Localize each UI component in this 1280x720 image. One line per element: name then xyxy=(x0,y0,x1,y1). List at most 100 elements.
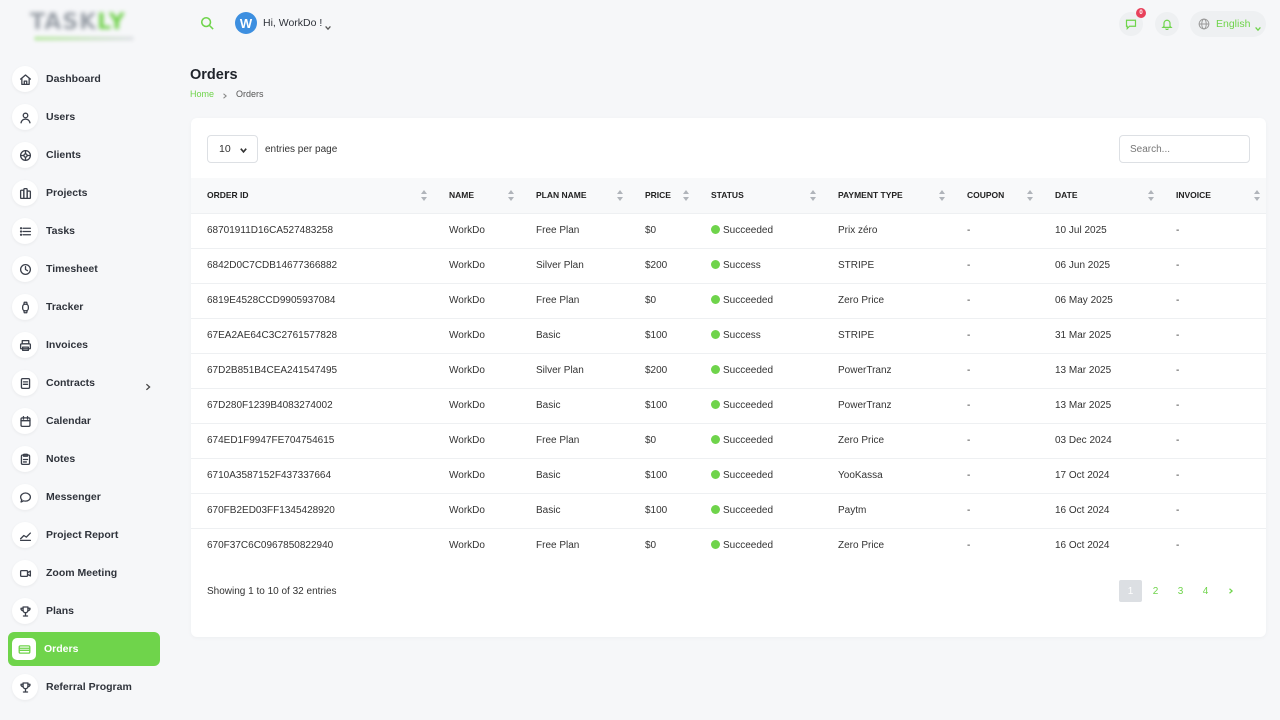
cell-price: $0 xyxy=(629,283,695,318)
cell-value: Succeeded xyxy=(723,295,774,306)
column-header-plan-name[interactable]: PLAN NAME xyxy=(520,178,629,213)
cell-payment-type: STRIPE xyxy=(822,248,951,283)
cell-value: - xyxy=(1176,330,1180,341)
cell-payment-type: Zero Price xyxy=(822,528,951,563)
cell-value: WorkDo xyxy=(449,435,485,446)
sidebar-item-timesheet[interactable]: Timesheet xyxy=(8,252,160,286)
column-header-payment-type[interactable]: PAYMENT TYPE xyxy=(822,178,951,213)
chat-icon xyxy=(12,484,38,510)
column-header-label: INVOICE xyxy=(1176,190,1211,201)
cell-value: Succeeded xyxy=(723,365,774,376)
cell-coupon: - xyxy=(951,423,1039,458)
sidebar-item-projects[interactable]: Projects xyxy=(8,176,160,210)
next-page-button[interactable] xyxy=(1219,580,1242,602)
cell-order-id: 6710A3587152F437337664 xyxy=(191,458,433,493)
table-row[interactable]: 67D280F1239B4083274002 WorkDo Basic $100 Suc… xyxy=(191,388,1266,423)
cell-value: - xyxy=(1176,225,1180,236)
card-icon xyxy=(12,638,36,660)
sidebar-item-orders[interactable]: Orders xyxy=(8,632,160,666)
logo[interactable]: TASKLY xyxy=(30,10,138,44)
column-header-order-id[interactable]: ORDER ID xyxy=(191,178,433,213)
notification-button[interactable] xyxy=(1155,12,1179,36)
table-row[interactable]: 6819E4528CCD9905937084 WorkDo Free Plan $0 S… xyxy=(191,283,1266,318)
chevron-right-icon xyxy=(1228,588,1233,594)
sort-icon xyxy=(617,190,623,201)
table-row[interactable]: 68701911D16CA527483258 WorkDo Free Plan $0 S… xyxy=(191,213,1266,248)
table-search-input[interactable] xyxy=(1119,135,1250,163)
cell-value: Silver Plan xyxy=(536,260,584,271)
language-selector[interactable]: English xyxy=(1190,11,1266,37)
sidebar-item-project-report[interactable]: Project Report xyxy=(8,518,160,552)
chevron-right-icon xyxy=(144,378,152,391)
page-button-2[interactable]: 2 xyxy=(1144,580,1167,602)
chat-button[interactable]: 0 xyxy=(1119,8,1146,36)
status-dot-icon xyxy=(711,225,720,234)
cell-plan-name: Basic xyxy=(520,493,629,528)
table-row[interactable]: 670F37C6C0967850822940 WorkDo Free Plan $0 S… xyxy=(191,528,1266,563)
column-header-name[interactable]: NAME xyxy=(433,178,520,213)
cell-value: - xyxy=(967,260,971,271)
cell-value: - xyxy=(1176,540,1180,552)
column-header-invoice[interactable]: INVOICE xyxy=(1160,178,1266,213)
cell-invoice: - xyxy=(1160,353,1266,388)
page-button-1[interactable]: 1 xyxy=(1119,580,1142,602)
sort-icon xyxy=(1027,190,1033,201)
cell-value: - xyxy=(967,470,971,481)
status-dot-icon xyxy=(711,400,720,409)
sidebar-item-referral-program[interactable]: Referral Program xyxy=(8,670,160,704)
cell-value: 10 Jul 2025 xyxy=(1055,225,1107,236)
cell-payment-type: Paytm xyxy=(822,493,951,528)
sidebar-item-label: Tasks xyxy=(46,225,75,237)
breadcrumb-home[interactable]: Home xyxy=(190,89,214,99)
cell-coupon: - xyxy=(951,528,1039,563)
column-header-price[interactable]: PRICE xyxy=(629,178,695,213)
table-row[interactable]: 6842D0C7CDB14677366882 WorkDo Silver Plan $… xyxy=(191,248,1266,283)
chevron-down-icon[interactable] xyxy=(324,19,332,31)
pagination: 1234 xyxy=(1117,580,1242,602)
sidebar-item-tasks[interactable]: Tasks xyxy=(8,214,160,248)
printer-icon xyxy=(12,332,38,358)
top-header: W Hi, WorkDo ! 0 English xyxy=(168,0,1280,48)
sidebar-item-users[interactable]: Users xyxy=(8,100,160,134)
sidebar-item-tracker[interactable]: Tracker xyxy=(8,290,160,324)
cell-value: Free Plan xyxy=(536,435,580,446)
sidebar-item-clients[interactable]: Clients xyxy=(8,138,160,172)
sidebar-item-contracts[interactable]: Contracts xyxy=(8,366,160,400)
cell-value: Free Plan xyxy=(536,295,580,306)
search-icon[interactable] xyxy=(200,16,214,30)
table-row[interactable]: 6710A3587152F437337664 WorkDo Basic $100 Suc… xyxy=(191,458,1266,493)
cell-value: $0 xyxy=(645,435,657,446)
cell-date: 16 Oct 2024 xyxy=(1039,493,1160,528)
cell-invoice: - xyxy=(1160,283,1266,318)
table-row[interactable]: 67D2B851B4CEA241547495 WorkDo Silver Plan $… xyxy=(191,353,1266,388)
column-header-label: COUPON xyxy=(967,190,1005,201)
sidebar-item-messenger[interactable]: Messenger xyxy=(8,480,160,514)
cell-value: Silver Plan xyxy=(536,365,584,376)
column-header-coupon[interactable]: COUPON xyxy=(951,178,1039,213)
cell-value: 06 Jun 2025 xyxy=(1055,260,1111,271)
cell-value: $0 xyxy=(645,225,657,236)
entries-per-page-select[interactable]: 10 xyxy=(207,135,258,163)
column-header-status[interactable]: STATUS xyxy=(695,178,822,213)
language-label: English xyxy=(1216,18,1251,30)
cell-value: - xyxy=(1176,470,1180,481)
cell-plan-name: Basic xyxy=(520,458,629,493)
user-greeting[interactable]: Hi, WorkDo ! xyxy=(263,17,322,29)
cell-value: - xyxy=(967,295,971,306)
table-row[interactable]: 674ED1F9947FE704754615 WorkDo Free Plan $0 S… xyxy=(191,423,1266,458)
avatar[interactable]: W xyxy=(235,12,257,34)
sidebar-item-plans[interactable]: Plans xyxy=(8,594,160,628)
sidebar-item-dashboard[interactable]: Dashboard xyxy=(8,62,160,96)
cell-price: $200 xyxy=(629,248,695,283)
page-button-4[interactable]: 4 xyxy=(1194,580,1217,602)
sidebar-item-invoices[interactable]: Invoices xyxy=(8,328,160,362)
page-button-3[interactable]: 3 xyxy=(1169,580,1192,602)
column-header-date[interactable]: DATE xyxy=(1039,178,1160,213)
sidebar-item-zoom-meeting[interactable]: Zoom Meeting xyxy=(8,556,160,590)
cell-value: Basic xyxy=(536,470,561,481)
cell-value: $100 xyxy=(645,470,668,481)
table-row[interactable]: 670FB2ED03FF1345428920 WorkDo Basic $100 Suc… xyxy=(191,493,1266,528)
table-row[interactable]: 67EA2AE64C3C2761577828 WorkDo Basic $100 Suc… xyxy=(191,318,1266,353)
sidebar-item-notes[interactable]: Notes xyxy=(8,442,160,476)
sidebar-item-calendar[interactable]: Calendar xyxy=(8,404,160,438)
